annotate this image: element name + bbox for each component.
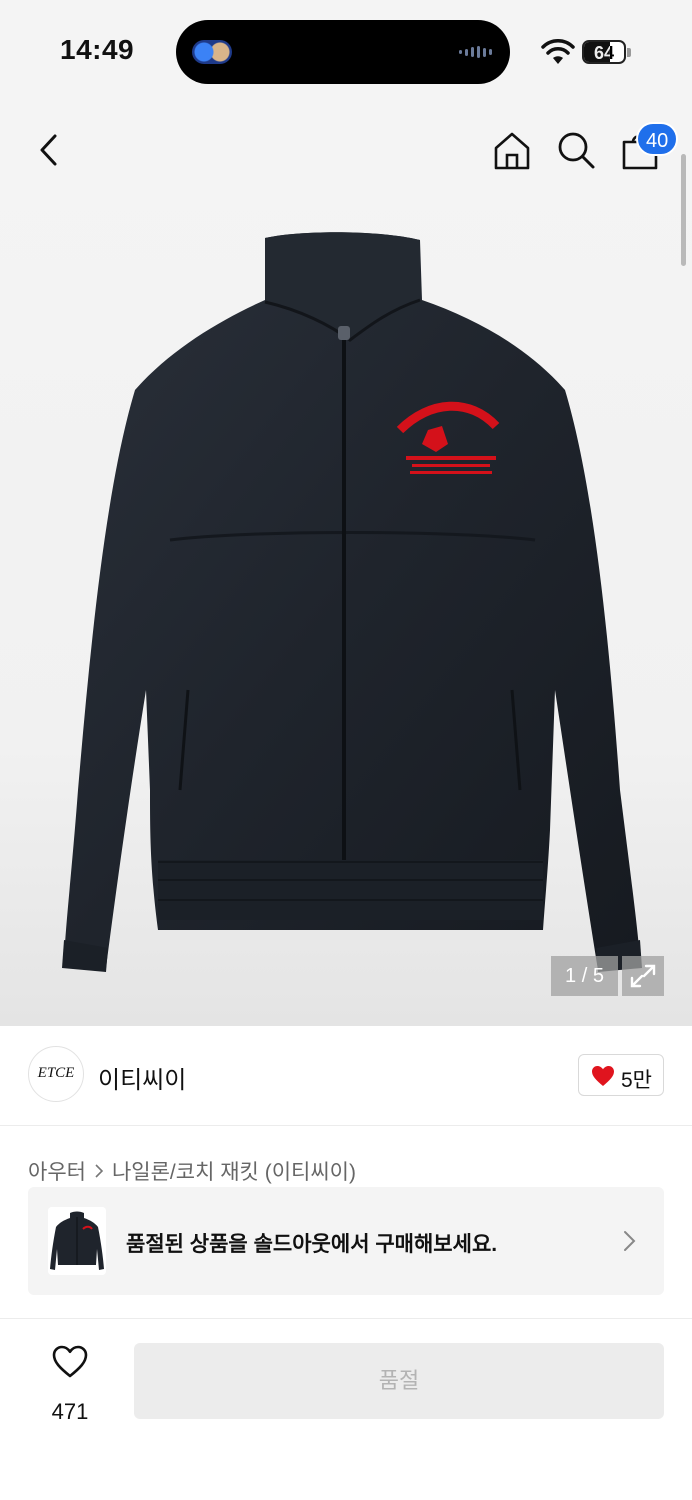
soldout-promo-card[interactable]: 품절된 상품을 솔드아웃에서 구매해보세요. (28, 1187, 664, 1295)
chevron-right-icon (624, 1231, 636, 1251)
status-time: 14:49 (60, 34, 135, 65)
audio-wave-icon (459, 46, 492, 58)
bottom-action-bar: 471 품절 (0, 1318, 692, 1500)
battery-cap (627, 48, 631, 57)
product-image (62, 232, 642, 972)
soldout-buy-button[interactable]: 품절 (134, 1343, 664, 1419)
soldout-promo-text: 품절된 상품을 솔드아웃에서 구매해보세요. (126, 1233, 498, 1256)
wishlist-button[interactable]: 471 (30, 1345, 110, 1435)
status-bar: 14:49 64 (0, 0, 692, 100)
breadcrumb-subcategory[interactable]: 나일론/코치 재킷 (이티씨이) (112, 1156, 356, 1186)
back-icon[interactable] (28, 128, 72, 172)
heart-outline-icon (52, 1345, 88, 1378)
top-navigation: 40 (0, 100, 692, 200)
brand-like-count: 5만 (621, 1069, 652, 1092)
scrollbar[interactable] (681, 154, 686, 266)
breadcrumb-category[interactable]: 아우터 (28, 1156, 86, 1186)
home-icon[interactable] (490, 128, 534, 172)
brand-name[interactable]: 이티씨이 (98, 1060, 186, 1095)
dynamic-island[interactable] (176, 20, 510, 84)
wishlist-count: 471 (51, 1399, 89, 1424)
wifi-icon (541, 39, 575, 64)
search-icon[interactable] (554, 128, 598, 172)
cart-count-badge: 40 (636, 122, 679, 156)
heart-filled-icon (592, 1066, 614, 1086)
battery-icon: 64 (582, 40, 626, 64)
breadcrumb: 아우터 나일론/코치 재킷 (이티씨이) (28, 1156, 356, 1186)
brand-like-button[interactable]: 5만 (578, 1054, 664, 1096)
battery-percentage: 64 (593, 43, 615, 63)
expand-icon[interactable] (622, 956, 664, 996)
image-counter: 1 / 5 (551, 956, 618, 996)
brand-row[interactable]: ETCE 이티씨이 5만 (0, 1026, 692, 1126)
product-thumbnail (48, 1207, 106, 1275)
chevron-right-icon (95, 1164, 104, 1178)
now-playing-artwork (192, 40, 232, 64)
brand-logo[interactable]: ETCE (28, 1046, 84, 1102)
product-image-gallery[interactable]: 40 1 / 5 (0, 100, 692, 1026)
